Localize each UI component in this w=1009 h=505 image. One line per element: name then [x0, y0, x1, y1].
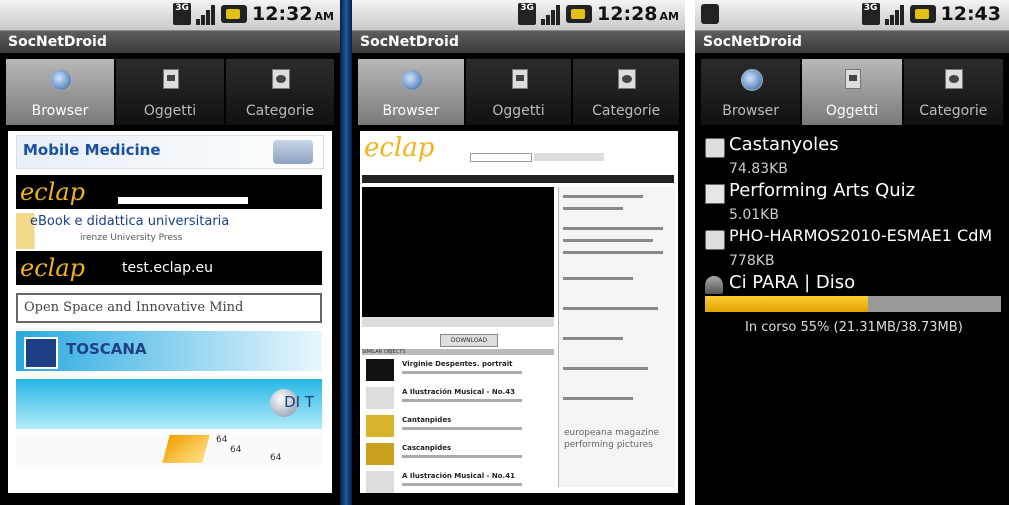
3g-icon: 3G: [518, 3, 537, 25]
list-item[interactable]: Cascanpides: [362, 441, 554, 467]
battery-icon: [221, 5, 248, 23]
package-icon: [705, 138, 725, 158]
tab-categorie[interactable]: Categorie: [573, 59, 680, 125]
status-bar: 3G 12:28 AM: [352, 0, 685, 31]
divider: [340, 0, 352, 505]
category-icon: [272, 69, 290, 89]
bookmark-toscana[interactable]: TOSCANA: [16, 331, 322, 371]
app-title: SocNetDroid: [695, 31, 1009, 53]
download-icon: [705, 276, 723, 294]
thumbnail: [366, 471, 394, 493]
list-item[interactable]: Virginie Despentes. portrait: [362, 357, 554, 383]
tab-oggetti[interactable]: Oggetti: [802, 59, 902, 125]
3g-icon: 3G: [861, 3, 880, 25]
document-icon: [163, 69, 179, 89]
globe-icon: [400, 69, 423, 91]
eclap-logo: eclap: [364, 133, 435, 163]
category-icon: [945, 69, 964, 89]
bookmark-open-space[interactable]: Open Space and Innovative Mind: [16, 293, 322, 323]
search-button[interactable]: [534, 153, 604, 161]
tab-categorie[interactable]: Categorie: [903, 59, 1003, 125]
bookmark-eclap-test[interactable]: eclap test.eclap.eu: [16, 251, 322, 285]
package-icon: [705, 230, 725, 250]
italy-map-icon: [162, 435, 210, 463]
category-icon: [618, 69, 637, 89]
bookmark-eclap[interactable]: eclap: [16, 175, 322, 209]
app-title: SocNetDroid: [352, 31, 685, 53]
bookmark-axmedis[interactable]: 64 64 64: [16, 433, 322, 467]
screen-downloads: 3G 12:43 SocNetDroid Browser Oggetti Cat…: [695, 0, 1009, 505]
battery-icon: [566, 5, 593, 23]
status-bar: 3G 12:43: [695, 0, 1009, 31]
list-item[interactable]: A Ilustración Musical - No.43: [362, 385, 554, 411]
eclap-logo: eclap: [20, 178, 85, 206]
video-controls[interactable]: [362, 317, 554, 327]
globe-icon: [740, 69, 763, 91]
notification-icon: [701, 4, 719, 24]
search-input[interactable]: [470, 153, 532, 162]
divider: [685, 0, 695, 505]
thumbnail: [366, 387, 394, 409]
document-icon: [844, 69, 861, 89]
document-icon: [705, 184, 725, 204]
bookmark-disit[interactable]: DI T: [16, 379, 322, 429]
clock: 12:43: [940, 3, 1001, 25]
tab-bar: Browser Oggetti Categorie: [701, 59, 1003, 125]
tab-categorie[interactable]: Categorie: [226, 59, 334, 125]
tab-browser[interactable]: Browser: [6, 59, 114, 125]
similar-objects-header: SIMILAR OBJECTS: [362, 349, 554, 355]
progress-text: In corso 55% (21.31MB/38.73MB): [745, 320, 963, 335]
search-box: [118, 197, 248, 204]
3g-icon: 3G: [173, 3, 192, 25]
signal-icon: [884, 3, 905, 25]
app-title: SocNetDroid: [0, 31, 340, 53]
thumbnail: [366, 443, 394, 465]
list-item[interactable]: Cantanpides: [362, 413, 554, 439]
bookmark-mobile-medicine[interactable]: Mobile Medicine: [16, 135, 324, 169]
document-icon: [511, 69, 528, 89]
bookmark-ebook[interactable]: eBook e didattica universitaria irenze U…: [16, 213, 322, 249]
globe-icon: [50, 69, 72, 91]
tab-browser[interactable]: Browser: [701, 59, 801, 125]
tab-browser[interactable]: Browser: [358, 59, 464, 125]
toscana-logo: [24, 337, 58, 369]
clock: 12:32 AM: [252, 3, 334, 25]
download-button[interactable]: DOWNLOAD: [440, 334, 498, 347]
battery-icon: [909, 5, 936, 23]
site-nav[interactable]: [362, 175, 674, 183]
tab-bar: Browser Oggetti Categorie: [358, 59, 680, 125]
screen-browser-bookmarks: 3G 12:32 AM SocNetDroid Browser Oggetti C…: [0, 0, 340, 505]
clock: 12:28 AM: [597, 3, 679, 25]
eclap-logo: eclap: [20, 254, 85, 282]
status-bar: 3G 12:32 AM: [0, 0, 340, 31]
signal-icon: [541, 3, 561, 25]
screen-browser-page: 3G 12:28 AM SocNetDroid Browser Oggetti C…: [352, 0, 685, 505]
doctor-icon: [273, 140, 313, 164]
list-item[interactable]: A Ilustración Musical - No.41: [362, 469, 554, 493]
tag-cloud[interactable]: europeana magazine performing pictures: [564, 427, 674, 451]
tab-oggetti[interactable]: Oggetti: [465, 59, 572, 125]
tab-bar: Browser Oggetti Categorie: [6, 59, 334, 125]
thumbnail: [366, 415, 394, 437]
tab-oggetti[interactable]: Oggetti: [116, 59, 224, 125]
web-page[interactable]: eclap DOWNLOAD SIMILAR OBJECTS Virginie …: [360, 131, 678, 493]
download-progress-bar: [705, 296, 1001, 312]
progress-fill: [705, 296, 868, 312]
video-player[interactable]: [362, 187, 554, 317]
thumbnail: [366, 359, 394, 381]
bookmark-list: Mobile Medicine eclap eBook e didattica …: [8, 131, 332, 493]
signal-icon: [196, 3, 216, 25]
